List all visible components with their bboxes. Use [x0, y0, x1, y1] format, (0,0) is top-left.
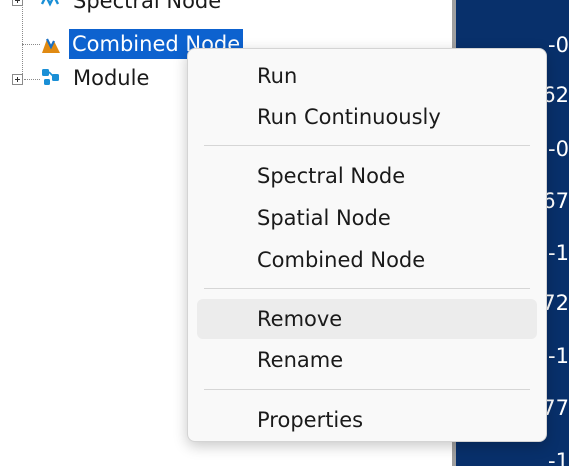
menu-item-rename[interactable]: Rename [197, 340, 537, 380]
tree-connector [22, 44, 40, 45]
data-value-fragment: -1 [548, 241, 569, 265]
module-icon [42, 69, 59, 85]
menu-item-label: Run Continuously [257, 105, 441, 129]
menu-item-label: Properties [257, 408, 364, 432]
menu-separator [204, 389, 530, 390]
tree-expander[interactable] [12, 0, 23, 6]
menu-item-spectral-node[interactable]: Spectral Node [197, 156, 537, 196]
context-menu: Run Run Continuously Spectral Node Spati… [187, 48, 547, 442]
menu-item-spatial-node[interactable]: Spatial Node [197, 198, 537, 238]
data-value-fragment: -1 [548, 449, 569, 466]
data-value-fragment: -0 [548, 33, 569, 57]
menu-separator [204, 288, 530, 289]
menu-item-remove[interactable]: Remove [197, 299, 537, 339]
menu-item-label: Spatial Node [257, 206, 391, 230]
tree-connector [22, 0, 23, 80]
menu-item-properties[interactable]: Properties [197, 400, 537, 440]
menu-item-run-continuously[interactable]: Run Continuously [197, 97, 537, 137]
menu-item-label: Remove [257, 307, 343, 331]
menu-item-label: Spectral Node [257, 164, 406, 188]
tree-connector [24, 79, 40, 80]
data-value-fragment: -1 [548, 344, 569, 368]
menu-item-label: Rename [257, 348, 344, 372]
menu-item-label: Run [257, 64, 298, 88]
menu-item-combined-node[interactable]: Combined Node [197, 240, 537, 280]
tree-item-spectral-node[interactable]: Spectral Node [70, 0, 224, 16]
menu-separator [204, 145, 530, 146]
tree-item-module[interactable]: Module [70, 63, 152, 93]
menu-item-run[interactable]: Run [197, 56, 537, 96]
data-value-fragment: -0 [548, 137, 569, 161]
spectral-node-icon [40, 0, 60, 7]
combined-node-icon [42, 38, 60, 53]
menu-item-label: Combined Node [257, 248, 426, 272]
tree-expander[interactable] [12, 74, 23, 85]
